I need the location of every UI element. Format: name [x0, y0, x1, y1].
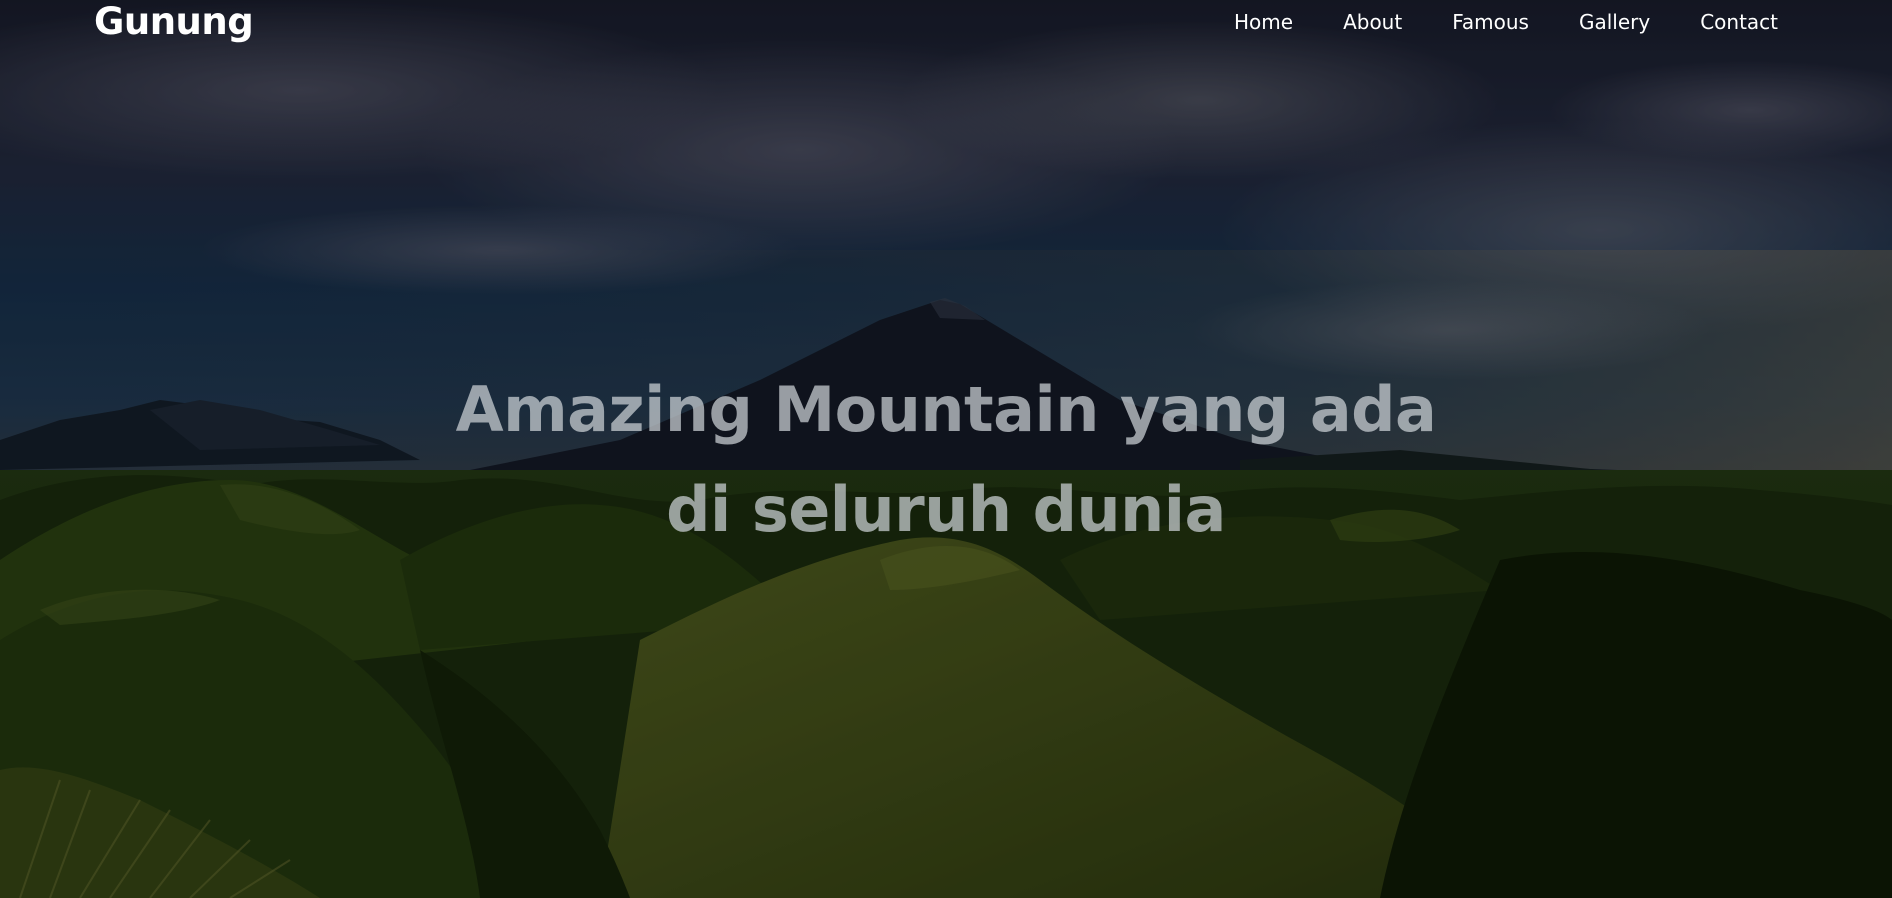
brand-logo[interactable]: Gunung	[94, 0, 254, 44]
navbar: Gunung Home About Famous Gallery Contact	[0, 0, 1892, 46]
nav-link-gallery[interactable]: Gallery	[1579, 8, 1650, 36]
hero-title-line-1: Amazing Mountain yang ada	[455, 373, 1437, 446]
nav-menu: Home About Famous Gallery Contact	[1184, 8, 1778, 36]
nav-item: Home	[1184, 8, 1293, 36]
nav-item: Famous	[1402, 8, 1529, 36]
nav-link-famous[interactable]: Famous	[1452, 8, 1529, 36]
hero-title: Amazing Mountain yang ada di seluruh dun…	[0, 360, 1892, 560]
nav-link-about[interactable]: About	[1343, 8, 1402, 36]
nav-link-contact[interactable]: Contact	[1700, 8, 1778, 36]
hero-title-line-2: di seluruh dunia	[666, 473, 1226, 546]
hero-section: Gunung Home About Famous Gallery Contact…	[0, 0, 1892, 898]
nav-link-home[interactable]: Home	[1234, 8, 1293, 36]
nav-item: Gallery	[1529, 8, 1650, 36]
nav-item: Contact	[1650, 8, 1778, 36]
nav-item: About	[1293, 8, 1402, 36]
